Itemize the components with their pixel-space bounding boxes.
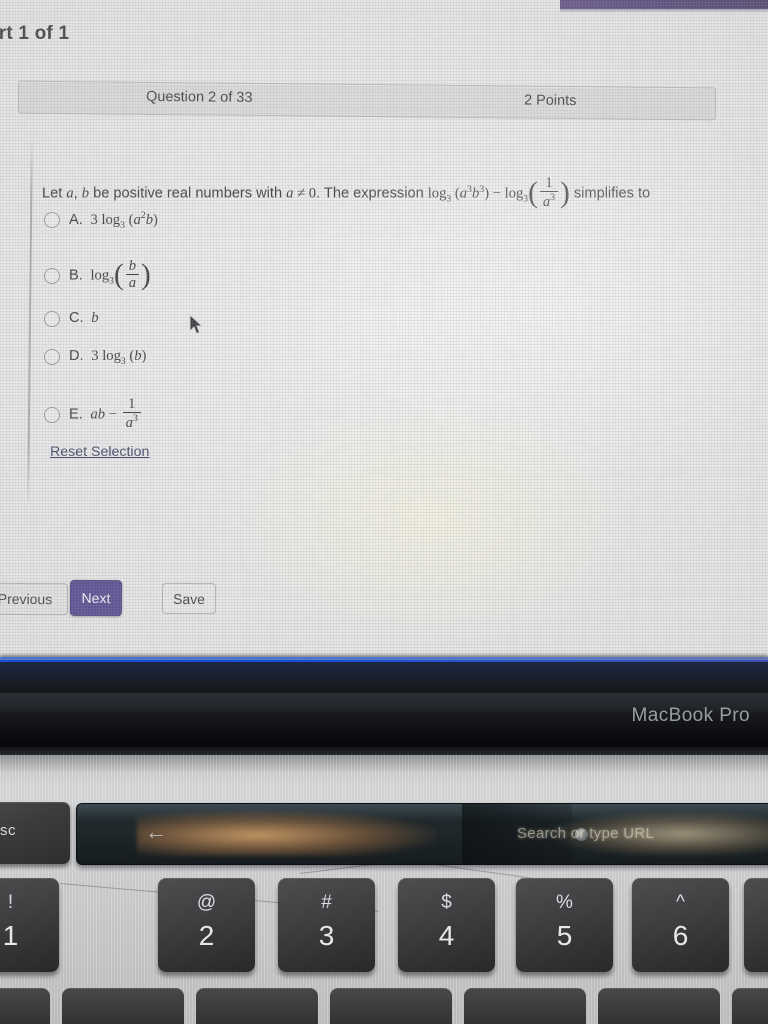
prompt-lead: Let xyxy=(42,185,67,202)
key-1[interactable]: ! 1 xyxy=(0,878,59,972)
prompt-var-a: a xyxy=(66,185,74,202)
radio-button-e[interactable] xyxy=(44,406,60,423)
question-info-bar: Question 2 of 33 2 Points xyxy=(17,80,717,121)
option-c[interactable]: C. b xyxy=(44,310,99,327)
key-row2-e[interactable] xyxy=(464,988,586,1024)
question-panel-divider xyxy=(27,141,33,501)
prompt-condition-rel: ≠ 0 xyxy=(293,185,317,202)
bezel-upper-reflection xyxy=(0,662,768,690)
option-c-letter: C. xyxy=(69,310,84,326)
paren-close-2: ) xyxy=(560,176,570,209)
key-6-number: 6 xyxy=(672,920,689,951)
key-2-symbol: @ xyxy=(196,892,217,913)
key-1-number: 1 xyxy=(2,920,19,951)
save-button[interactable]: Save xyxy=(161,582,217,615)
touchbar-url-text[interactable]: Search or type URL xyxy=(517,825,654,842)
laptop-screen: art 1 of 1 Question 2 of 33 2 Points Let… xyxy=(0,0,768,660)
back-arrow-icon[interactable]: ← xyxy=(145,821,167,843)
prompt-period: . The expression xyxy=(316,185,428,202)
question-counter: Question 2 of 33 xyxy=(145,88,253,106)
fraction-numerator: 1 xyxy=(545,175,553,191)
macbook-pro-label: MacBook Pro xyxy=(631,705,750,726)
key-row2-g[interactable] xyxy=(732,988,768,1024)
key-row2-a[interactable] xyxy=(0,988,50,1024)
option-b-letter: B. xyxy=(69,267,83,284)
key-6[interactable]: ^ 6 xyxy=(632,878,729,972)
key-7-partial[interactable] xyxy=(744,878,768,972)
key-4[interactable]: $ 4 xyxy=(398,878,495,972)
photo-of-laptop-screen: art 1 of 1 Question 2 of 33 2 Points Let… xyxy=(0,0,768,1024)
radio-button-d[interactable] xyxy=(44,349,60,366)
key-4-symbol: $ xyxy=(441,892,452,913)
key-3[interactable]: # 3 xyxy=(278,878,375,972)
option-e-letter: E. xyxy=(69,406,83,423)
next-button[interactable]: Next xyxy=(69,579,123,617)
key-row2-c[interactable] xyxy=(196,988,318,1024)
key-row2-d[interactable] xyxy=(330,988,452,1024)
key-2[interactable]: @ 2 xyxy=(158,878,255,972)
browser-chrome-shadow xyxy=(560,9,768,13)
reset-selection-link[interactable]: Reset Selection xyxy=(50,444,149,460)
radio-button-c[interactable] xyxy=(44,310,60,327)
minus-sign: − xyxy=(489,185,505,202)
prompt-tail: simplifies to xyxy=(569,185,651,202)
key-3-number: 3 xyxy=(318,920,335,951)
option-a-coefficient: 3 xyxy=(86,211,102,228)
key-5-symbol: % xyxy=(556,892,573,913)
question-points: 2 Points xyxy=(523,92,577,110)
fraction-den-exponent: 3 xyxy=(550,192,556,204)
log-word-1: log xyxy=(427,185,447,202)
option-e-label: E. ab − 1 a3 xyxy=(69,396,143,433)
esc-key-label: sc xyxy=(0,822,16,839)
page-title: art 1 of 1 xyxy=(0,23,70,44)
option-a[interactable]: A. 3 log3 (a2b) xyxy=(44,210,158,231)
option-e[interactable]: E. ab − 1 a3 xyxy=(44,396,143,433)
previous-button[interactable]: Previous xyxy=(0,582,69,616)
arg1-a: a xyxy=(459,185,468,202)
option-d[interactable]: D. 3 log3 (b) xyxy=(44,348,146,367)
key-row2-f[interactable] xyxy=(598,988,720,1024)
browser-chrome-strip xyxy=(560,0,768,9)
prompt-comma: , xyxy=(73,185,82,202)
laptop-hinge xyxy=(0,755,768,771)
radio-button-b[interactable] xyxy=(44,267,60,284)
key-6-symbol: ^ xyxy=(676,892,685,913)
key-3-symbol: # xyxy=(321,892,332,913)
paren-open-1: ( xyxy=(451,185,460,202)
option-b-label: B. log3(b a) xyxy=(69,258,151,292)
browser-page-content: art 1 of 1 Question 2 of 33 2 Points Let… xyxy=(0,0,768,660)
mouse-cursor-icon xyxy=(189,314,204,335)
radio-button-a[interactable] xyxy=(44,212,60,229)
key-1-symbol: ! xyxy=(7,892,14,913)
key-5[interactable]: % 5 xyxy=(516,878,613,972)
fraction-denominator: a3 xyxy=(539,191,559,210)
key-row2-b[interactable] xyxy=(62,988,184,1024)
option-b[interactable]: B. log3(b a) xyxy=(44,258,151,293)
log-word-2: log xyxy=(504,185,524,202)
touch-bar[interactable]: ← Search or type URL xyxy=(76,803,768,865)
laptop-bezel: MacBook Pro xyxy=(0,657,768,755)
paren-open-2: ( xyxy=(528,176,538,209)
fraction-one-over-a-cubed: 1 a3 xyxy=(539,175,559,211)
option-d-label: D. 3 log3 (b) xyxy=(69,348,147,367)
option-c-label: C. b xyxy=(69,310,99,326)
prompt-var-b: b xyxy=(81,185,90,202)
key-2-number: 2 xyxy=(198,920,215,951)
option-d-letter: D. xyxy=(69,348,84,364)
key-5-number: 5 xyxy=(556,920,573,951)
key-4-number: 4 xyxy=(438,920,455,951)
prompt-mid: be positive real numbers with xyxy=(89,185,287,202)
question-prompt: Let a, b be positive real numbers with a… xyxy=(42,175,732,212)
option-a-letter: A. xyxy=(69,211,83,228)
option-a-label: A. 3 log3 (a2b) xyxy=(69,210,158,231)
touchbar-glare-left xyxy=(137,810,437,856)
bezel-bottom-lip xyxy=(0,747,768,755)
